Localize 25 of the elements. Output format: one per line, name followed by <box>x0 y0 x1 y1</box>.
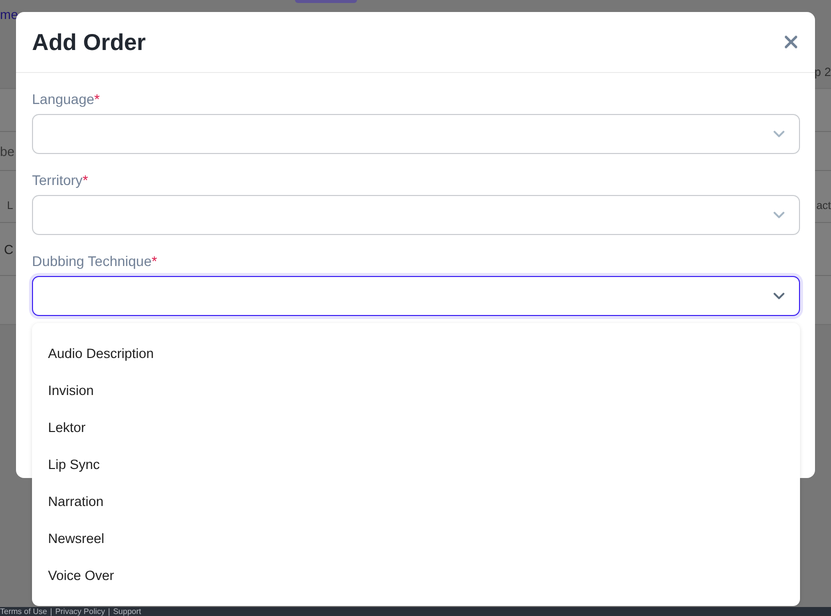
footer-link[interactable]: Support <box>113 607 142 616</box>
column-header: L <box>7 200 14 212</box>
header-button[interactable] <box>295 0 357 3</box>
dropdown-option[interactable]: Audio Description <box>32 335 800 372</box>
required-mark: * <box>152 253 158 269</box>
link-separator: | <box>108 607 110 616</box>
dropdown-option[interactable]: Narration <box>32 483 800 520</box>
field-label: Territory <box>32 172 83 188</box>
column-header: act <box>816 200 831 212</box>
link-separator: | <box>50 607 52 616</box>
dropdown-option[interactable]: Voice Over <box>32 557 800 594</box>
field-label: Language <box>32 91 94 107</box>
dialog-title: Add Order <box>32 28 146 56</box>
footer-link[interactable]: Privacy Policy <box>55 607 105 616</box>
select-field[interactable] <box>32 276 800 316</box>
step-label: p 2 <box>814 64 831 81</box>
dropdown-option[interactable]: Lip Sync <box>32 446 800 483</box>
required-mark: * <box>82 172 88 188</box>
table-cell: C <box>4 242 14 256</box>
dropdown-option[interactable]: Lektor <box>32 409 800 446</box>
dropdown-option[interactable]: Invision <box>32 372 800 409</box>
dropdown-option[interactable]: Newsreel <box>32 520 800 557</box>
field-label: Dubbing Technique <box>32 253 152 269</box>
footer-link[interactable]: Terms of Use <box>0 607 48 616</box>
required-mark: * <box>94 91 100 107</box>
